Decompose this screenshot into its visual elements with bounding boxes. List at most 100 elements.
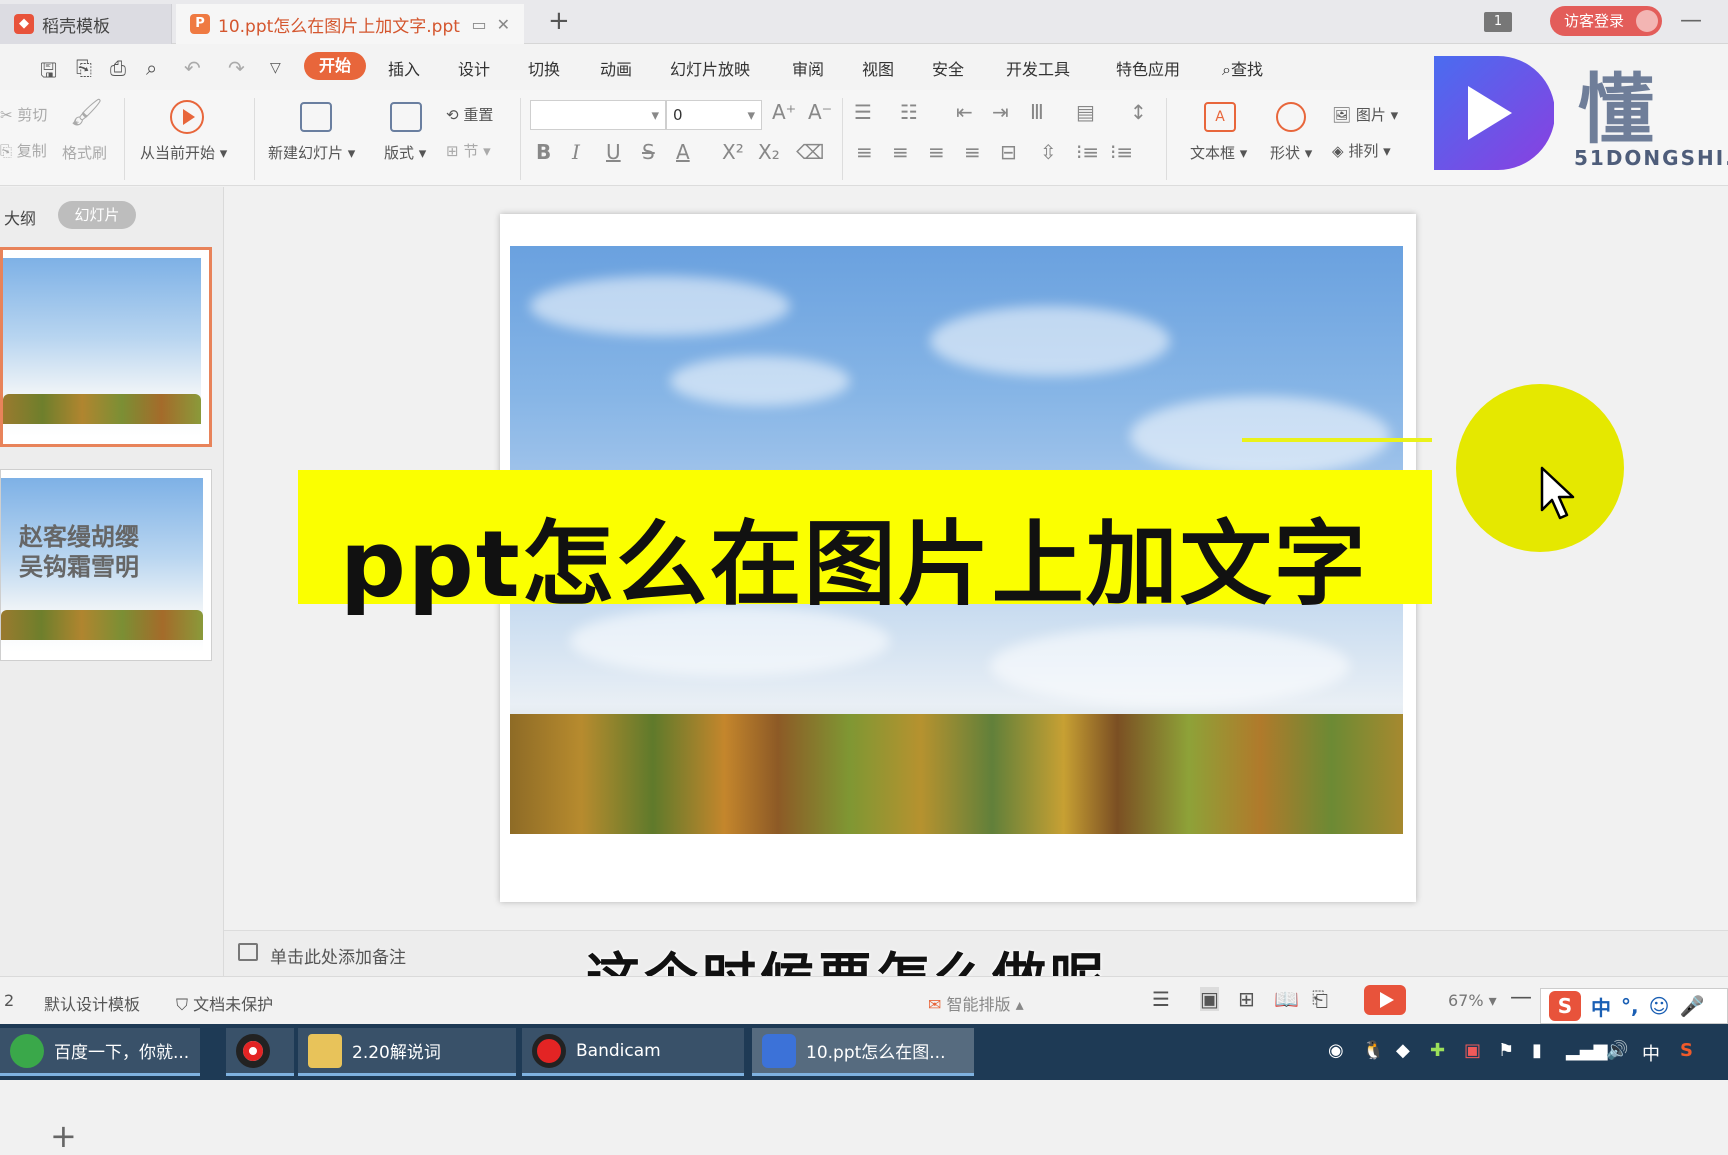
- menu-design[interactable]: 设计: [458, 56, 490, 80]
- tab-docer-templates[interactable]: ◆ 稻壳模板: [0, 4, 172, 44]
- save-icon[interactable]: 🖫: [40, 56, 57, 90]
- customize-quick-access-icon[interactable]: ▽: [270, 60, 281, 76]
- ime-language[interactable]: 中: [1591, 992, 1611, 1021]
- game-tray-icon[interactable]: ✚: [1430, 1040, 1445, 1061]
- picture-button[interactable]: 🖼 图片 ▾: [1332, 104, 1398, 125]
- menu-view[interactable]: 视图: [862, 56, 894, 80]
- menu-start[interactable]: 开始: [304, 52, 366, 80]
- qq-tray-icon[interactable]: 🐧: [1362, 1040, 1384, 1061]
- menu-animation[interactable]: 动画: [600, 56, 632, 80]
- normal-view-icon[interactable]: ▣: [1200, 987, 1219, 1011]
- zoom-level[interactable]: 67% ▾: [1448, 991, 1497, 1010]
- signal-tray-icon[interactable]: ▂▄▆: [1566, 1040, 1608, 1061]
- punctuation-icon[interactable]: °,: [1621, 994, 1639, 1018]
- increase-indent-icon[interactable]: ⇥: [992, 100, 1009, 124]
- decrease-font-icon[interactable]: A⁻: [808, 100, 832, 124]
- visitor-login-button[interactable]: 访客登录: [1550, 6, 1662, 36]
- menu-transition[interactable]: 切换: [528, 56, 560, 80]
- doc-protection-status[interactable]: ⛉ 文档未保护: [176, 991, 273, 1015]
- taskbar-item-record[interactable]: [226, 1028, 294, 1076]
- tray-language[interactable]: 中: [1642, 1040, 1660, 1066]
- device-tray-icon[interactable]: ▮: [1532, 1040, 1542, 1061]
- play-slideshow-button[interactable]: [1364, 985, 1406, 1015]
- sogou-tray-icon[interactable]: S: [1680, 1040, 1693, 1061]
- font-color-icon[interactable]: A: [676, 140, 690, 164]
- menu-review[interactable]: 审阅: [792, 56, 824, 80]
- taskbar-item-folder[interactable]: 2.20解说词: [298, 1028, 516, 1076]
- shape-button[interactable]: 形状 ▾: [1270, 142, 1312, 163]
- slide-thumbnail-2[interactable]: 赵客缦胡缨 吴钩霜雪明: [0, 469, 212, 661]
- new-slide-button[interactable]: 新建幻灯片 ▾: [268, 142, 355, 163]
- menu-insert[interactable]: 插入: [388, 56, 420, 80]
- underline-icon[interactable]: U: [606, 140, 621, 164]
- menu-search[interactable]: ⌕查找: [1222, 56, 1263, 80]
- section-button[interactable]: ⊞ 节 ▾: [446, 140, 491, 161]
- presenter-view-icon[interactable]: ⎗: [1312, 987, 1328, 1011]
- box-tray-icon[interactable]: ◆: [1396, 1040, 1410, 1061]
- arrange-button[interactable]: ◈ 排列 ▾: [1332, 140, 1391, 161]
- flag-tray-icon[interactable]: ⚑: [1498, 1040, 1514, 1061]
- print-preview-icon[interactable]: ⌕: [146, 56, 157, 80]
- print-icon[interactable]: ⎙: [110, 56, 126, 80]
- format-painter-button[interactable]: 格式刷: [62, 142, 107, 163]
- bullets-icon[interactable]: ☰: [854, 100, 872, 124]
- menu-developer[interactable]: 开发工具: [1006, 56, 1070, 80]
- monitor-icon[interactable]: ▭: [471, 15, 486, 34]
- list-level-icon[interactable]: ⁝≡: [1076, 140, 1099, 164]
- cut-button[interactable]: ✂ 剪切: [0, 104, 47, 125]
- subscript-icon[interactable]: X₂: [758, 140, 780, 164]
- font-name-select[interactable]: ▾: [530, 100, 666, 130]
- undo-icon[interactable]: ↶: [184, 56, 201, 80]
- clear-format-icon[interactable]: ⌫: [796, 140, 824, 164]
- network-tray-icon[interactable]: ▣: [1464, 1040, 1481, 1061]
- from-current-button[interactable]: 从当前开始 ▾: [140, 142, 227, 163]
- reset-button[interactable]: ⟲ 重置: [446, 104, 493, 125]
- record-tray-icon[interactable]: ◉: [1328, 1040, 1344, 1061]
- distribute-icon[interactable]: ⊟: [1000, 140, 1017, 164]
- text-direction-icon[interactable]: Ⅲ: [1030, 100, 1044, 124]
- italic-icon[interactable]: I: [572, 140, 580, 164]
- text-box-button[interactable]: 文本框 ▾: [1190, 142, 1247, 163]
- emoji-icon[interactable]: ☺: [1649, 994, 1670, 1018]
- close-tab-icon[interactable]: ✕: [497, 15, 510, 34]
- taskbar-item-bandicam[interactable]: Bandicam: [522, 1028, 744, 1076]
- align-left-icon[interactable]: ≡: [856, 140, 873, 164]
- taskbar-item-wps[interactable]: 10.ppt怎么在图...: [752, 1028, 974, 1076]
- align-center-icon[interactable]: ≡: [892, 140, 909, 164]
- format-painter-quick-icon[interactable]: ⎘: [76, 56, 92, 80]
- new-tab-button[interactable]: +: [548, 6, 570, 36]
- layout-button[interactable]: 版式 ▾: [384, 142, 426, 163]
- reading-view-icon[interactable]: 📖: [1274, 987, 1299, 1011]
- redo-icon[interactable]: ↷: [228, 56, 245, 80]
- superscript-icon[interactable]: X²: [722, 140, 744, 164]
- tab-slides[interactable]: 幻灯片: [58, 201, 136, 229]
- bold-icon[interactable]: B: [536, 140, 551, 164]
- slide-thumbnail-1[interactable]: [0, 247, 212, 447]
- tab-outline[interactable]: 大纲: [4, 205, 36, 229]
- copy-button[interactable]: ⎘ 复制: [0, 140, 47, 161]
- columns-icon[interactable]: ▤: [1076, 100, 1095, 124]
- volume-icon[interactable]: 🔊: [1606, 1040, 1628, 1061]
- increase-font-icon[interactable]: A⁺: [772, 100, 796, 124]
- add-slide-button[interactable]: +: [50, 1117, 77, 1155]
- paragraph-spacing-icon[interactable]: ⇳: [1040, 140, 1057, 164]
- page-indicator[interactable]: 2: [4, 991, 14, 1010]
- list-style-icon[interactable]: ⁝≡: [1110, 140, 1133, 164]
- line-spacing-icon[interactable]: ↕: [1130, 100, 1147, 124]
- tab-document[interactable]: P 10.ppt怎么在图片上加文字.ppt ▭ ✕: [176, 4, 524, 44]
- align-right-icon[interactable]: ≡: [928, 140, 945, 164]
- numbering-icon[interactable]: ☷: [900, 100, 918, 124]
- minimize-icon[interactable]: —: [1680, 8, 1702, 33]
- slide-sorter-icon[interactable]: ⊞: [1238, 987, 1255, 1011]
- justify-icon[interactable]: ≡: [964, 140, 981, 164]
- font-size-select[interactable]: 0 ▾: [666, 100, 762, 130]
- notes-toggle-icon[interactable]: ☰: [1152, 987, 1170, 1011]
- taskbar-item-browser[interactable]: 百度一下，你就...: [0, 1028, 200, 1076]
- design-template-status[interactable]: 默认设计模板: [44, 991, 140, 1015]
- ime-toolbar[interactable]: S 中 °, ☺ 🎤: [1540, 988, 1728, 1024]
- window-count-badge[interactable]: 1: [1484, 12, 1512, 32]
- menu-slideshow[interactable]: 幻灯片放映: [670, 56, 750, 80]
- menu-security[interactable]: 安全: [932, 56, 964, 80]
- microphone-icon[interactable]: 🎤: [1679, 994, 1704, 1018]
- strikethrough-icon[interactable]: S: [642, 140, 655, 164]
